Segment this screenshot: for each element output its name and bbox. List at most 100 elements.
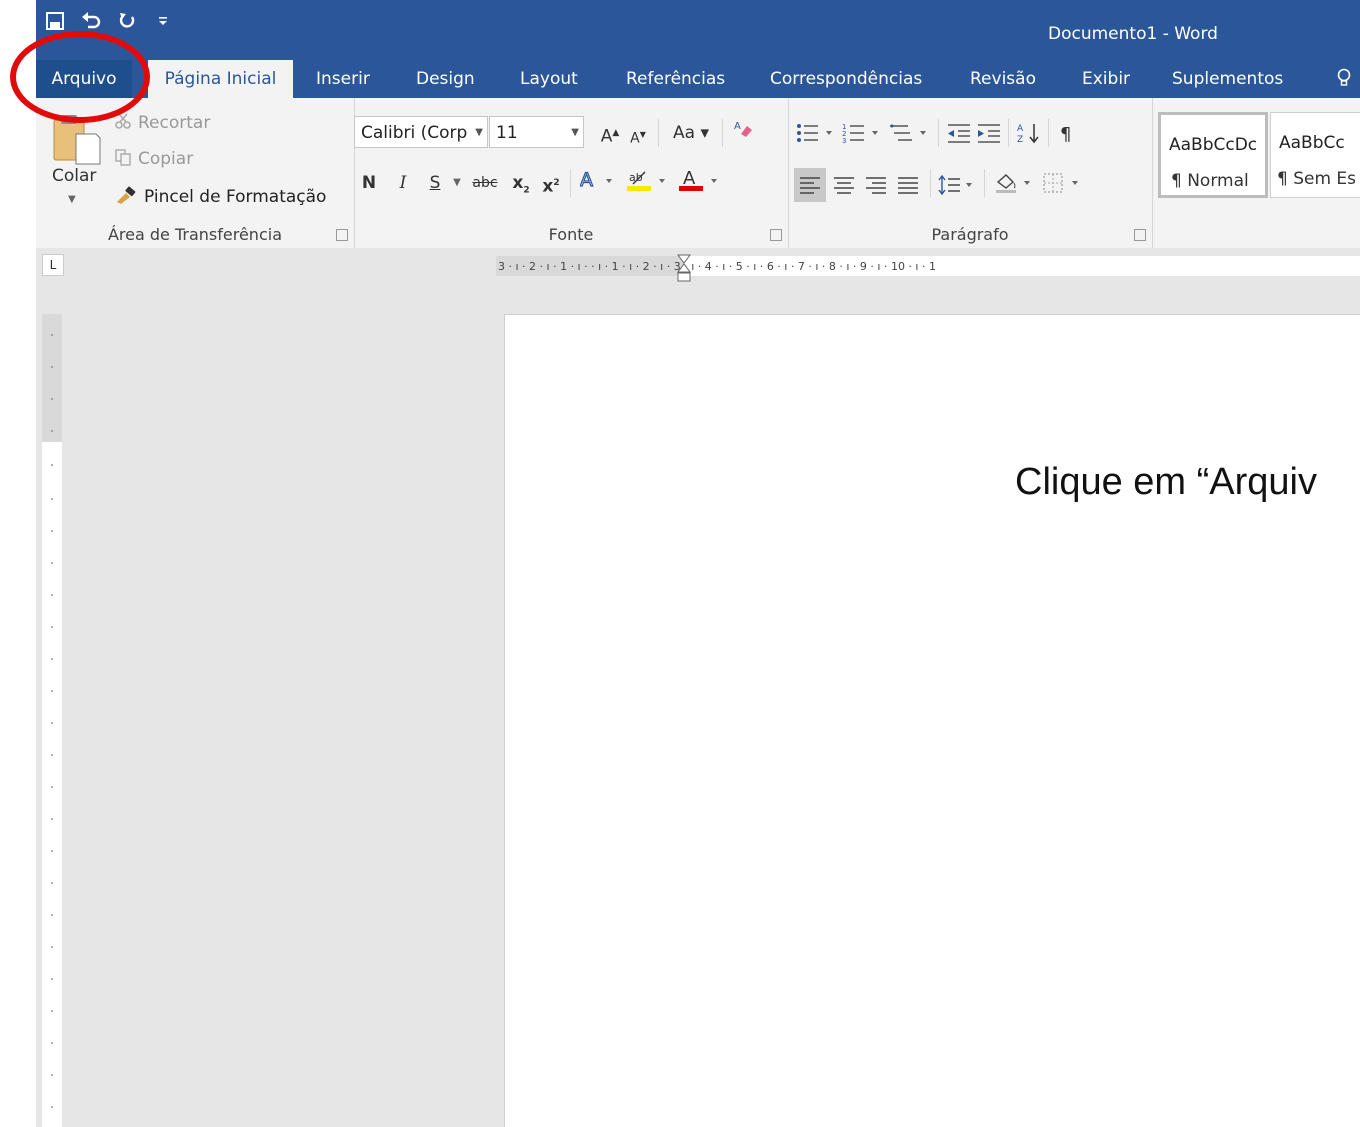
tab-design[interactable]: Design <box>416 60 475 98</box>
paragraph-group-label: Parágrafo <box>931 225 1009 244</box>
document-page[interactable]: Clique em “Arquiv <box>504 314 1360 1127</box>
strikethrough-button[interactable]: abc <box>468 168 502 198</box>
increase-indent-icon[interactable] <box>976 118 1002 148</box>
separator <box>984 169 985 197</box>
ribbon: Colar ▼ Recortar Copiar Pincel de Format… <box>36 98 1360 249</box>
cut-label: Recortar <box>138 113 211 133</box>
grow-font-button[interactable]: A▲ <box>598 118 622 148</box>
brush-icon <box>114 185 138 210</box>
pilcrow-icon[interactable]: ¶ <box>1058 118 1078 148</box>
style-normal[interactable]: AaBbCcDc ¶ Normal <box>1158 112 1268 198</box>
separator <box>938 119 939 147</box>
lightbulb-icon[interactable] <box>1336 68 1352 92</box>
separator <box>1008 119 1009 147</box>
tab-view[interactable]: Exibir <box>1082 60 1130 98</box>
borders-icon[interactable] <box>1042 168 1084 198</box>
decrease-indent-icon[interactable] <box>946 118 972 148</box>
ribbon-tabs: Arquivo Página Inicial Inserir Design La… <box>36 60 1360 98</box>
underline-dropdown-icon[interactable]: ▼ <box>450 168 464 198</box>
tab-layout[interactable]: Layout <box>520 60 578 98</box>
ruler-bar: L 3 · ı · 2 · ı · 1 · ı · · ı · 1 · ı · … <box>36 248 1360 284</box>
customize-icon[interactable] <box>152 10 174 32</box>
ruler-ticks: 3 · ı · 2 · ı · 1 · ı · · ı · 1 · ı · 2 … <box>498 260 936 273</box>
tab-insert[interactable]: Inserir <box>316 60 370 98</box>
chevron-down-icon: ▼ <box>571 127 579 138</box>
bold-button[interactable]: N <box>354 168 384 198</box>
separator <box>658 119 659 147</box>
separator <box>1048 119 1049 147</box>
justify-icon[interactable] <box>896 170 920 200</box>
tab-review[interactable]: Revisão <box>970 60 1036 98</box>
save-icon[interactable] <box>44 10 66 32</box>
align-center-icon[interactable] <box>832 170 856 200</box>
tab-selector-icon[interactable]: L <box>42 254 64 276</box>
text-effects-button[interactable]: A <box>578 168 622 198</box>
font-group-label: Fonte <box>548 225 594 244</box>
format-painter-label: Pincel de Formatação <box>144 187 327 207</box>
svg-text:A: A <box>1017 124 1024 134</box>
highlight-circle <box>10 31 150 123</box>
paste-button[interactable]: Colar <box>52 166 96 186</box>
svg-text:A: A <box>683 168 696 189</box>
quick-access-toolbar <box>44 8 174 34</box>
line-spacing-icon[interactable] <box>938 170 978 200</box>
align-right-icon[interactable] <box>864 170 888 200</box>
copy-button[interactable]: Copiar <box>114 144 193 174</box>
word-window: Documento1 - Word Arquivo Página Inicial… <box>0 0 1360 1127</box>
font-name-value: Calibri (Corp <box>361 123 468 143</box>
italic-button[interactable]: I <box>390 168 416 198</box>
font-launcher-icon[interactable] <box>770 229 782 241</box>
tab-mailings[interactable]: Correspondências <box>770 60 922 98</box>
highlight-color-button[interactable]: ab <box>626 168 674 198</box>
shading-icon[interactable] <box>994 168 1036 198</box>
undo-icon[interactable] <box>80 10 102 32</box>
multilevel-list-icon[interactable] <box>888 118 934 148</box>
separator <box>722 119 723 147</box>
paragraph-group: 123 AZ ¶ Parágrafo <box>788 98 1153 248</box>
title-bar: Documento1 - Word Arquivo Página Inicial… <box>36 0 1360 98</box>
vertical-ruler-ticks <box>51 334 53 1108</box>
font-size-value: 11 <box>496 123 518 143</box>
svg-text:A: A <box>580 169 593 190</box>
svg-text:¶: ¶ <box>1060 124 1071 144</box>
indent-marker-icon[interactable] <box>677 254 691 288</box>
cut-button[interactable]: Recortar <box>114 108 210 138</box>
tab-references[interactable]: Referências <box>626 60 725 98</box>
svg-text:A: A <box>734 121 741 132</box>
tab-home[interactable]: Página Inicial <box>148 60 293 98</box>
sort-icon[interactable]: AZ <box>1016 118 1042 148</box>
svg-text:Z: Z <box>1017 135 1023 144</box>
shrink-font-button[interactable]: A▼ <box>626 120 650 150</box>
paste-dropdown-icon[interactable]: ▼ <box>68 194 76 205</box>
styles-group: AaBbCcDc ¶ Normal AaBbCc ¶ Sem Es <box>1152 98 1360 248</box>
font-group: Calibri (Corp ▼ 11 ▼ A▲ A▼ Aa ▾ A N I S … <box>354 98 789 248</box>
eraser-icon[interactable]: A <box>730 118 756 148</box>
bullets-icon[interactable] <box>796 118 838 148</box>
font-size-select[interactable]: 11 ▼ <box>489 116 584 148</box>
separator <box>930 169 931 197</box>
subscript-button[interactable]: x2 <box>508 168 534 198</box>
document-area: Clique em “Arquiv <box>36 284 1360 1127</box>
font-name-select[interactable]: Calibri (Corp ▼ <box>354 116 488 148</box>
style-no-spacing[interactable]: AaBbCc ¶ Sem Es <box>1270 112 1360 198</box>
numbering-icon[interactable]: 123 <box>842 118 884 148</box>
paragraph-launcher-icon[interactable] <box>1134 229 1146 241</box>
chevron-down-icon: ▼ <box>475 127 483 138</box>
style-name: ¶ Sem Es <box>1277 169 1357 189</box>
style-name: ¶ Normal <box>1171 171 1249 191</box>
align-left-icon[interactable] <box>794 168 826 202</box>
font-color-button[interactable]: A <box>678 168 726 198</box>
ruler-numbers: 3 · ı · 2 · ı · 1 · ı · · ı · 1 · ı · 2 … <box>498 260 936 273</box>
horizontal-ruler[interactable]: 3 · ı · 2 · ı · 1 · ı · · ı · 1 · ı · 2 … <box>496 254 1360 282</box>
copy-icon <box>114 148 132 171</box>
format-painter-button[interactable]: Pincel de Formatação <box>114 182 326 212</box>
underline-button[interactable]: S <box>422 168 448 198</box>
clipboard-launcher-icon[interactable] <box>336 229 348 241</box>
vertical-ruler[interactable] <box>42 314 62 1127</box>
tab-addins[interactable]: Suplementos <box>1172 60 1283 98</box>
redo-icon[interactable] <box>116 10 138 32</box>
superscript-button[interactable]: x2 <box>538 168 564 198</box>
copy-label: Copiar <box>138 149 194 169</box>
change-case-button[interactable]: Aa ▾ <box>666 118 716 148</box>
style-sample: AaBbCc <box>1279 133 1345 153</box>
